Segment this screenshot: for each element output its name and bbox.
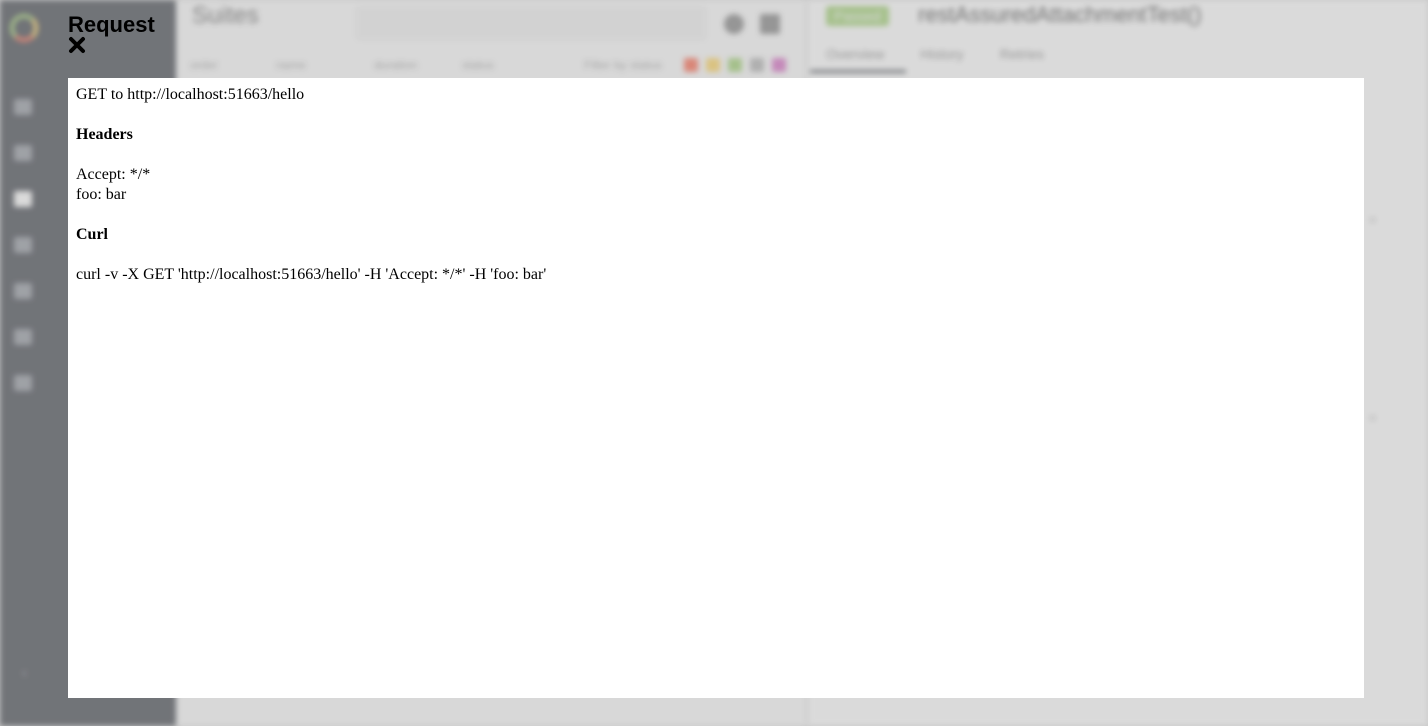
close-icon[interactable] [68, 36, 86, 54]
modal-title: Request [68, 12, 155, 37]
header-foo: foo: bar [76, 186, 127, 203]
request-attachment-content: GET to http://localhost:51663/hello Head… [68, 78, 1364, 698]
headers-heading: Headers [76, 126, 133, 143]
curl-heading: Curl [76, 226, 108, 243]
request-line: GET to http://localhost:51663/hello [76, 86, 305, 103]
header-accept: Accept: */* [76, 166, 151, 183]
curl-command: curl -v -X GET 'http://localhost:51663/h… [76, 266, 547, 283]
